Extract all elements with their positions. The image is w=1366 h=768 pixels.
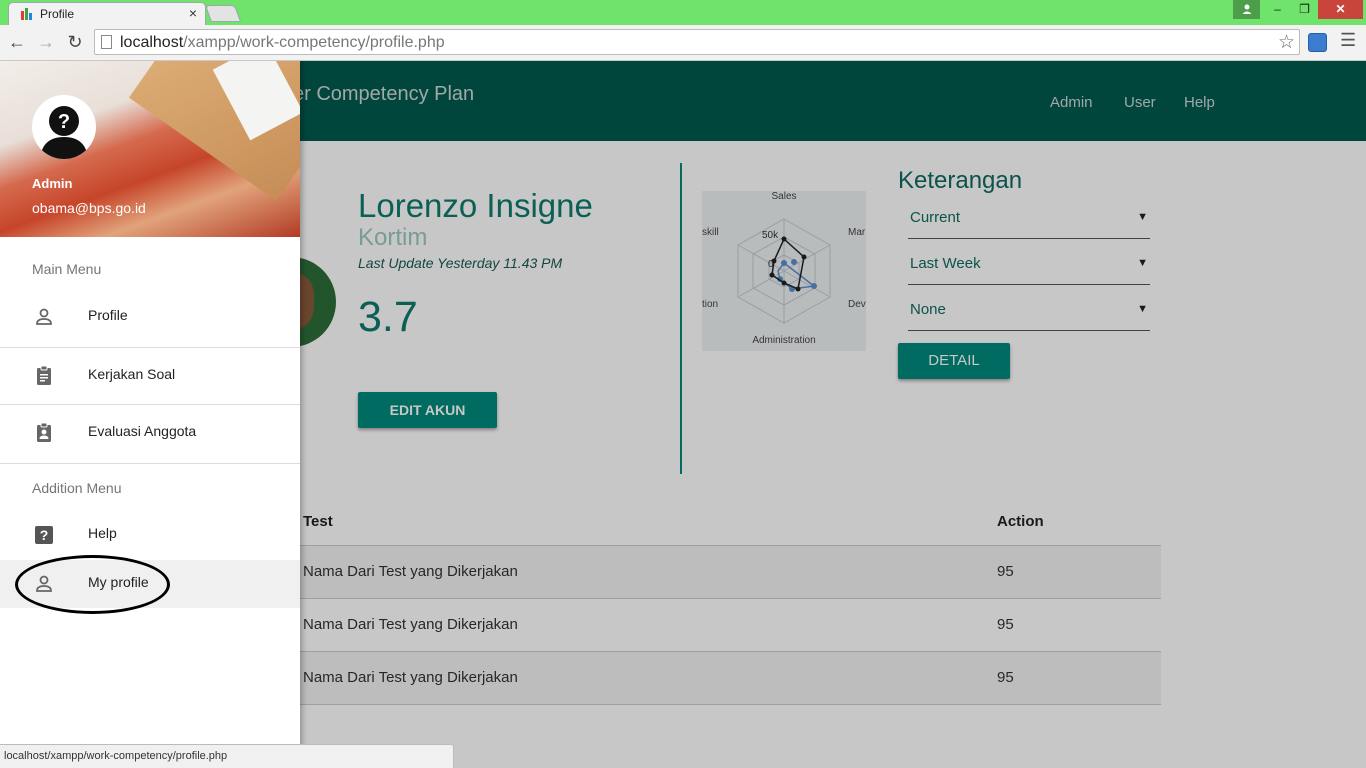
drawer-user-name: Admin (32, 176, 73, 191)
assignment-ind-icon (37, 422, 51, 442)
drawer-item-help[interactable]: ? Help (0, 507, 300, 563)
web-page: e Worker Competency Plan Admin User Help… (0, 61, 1366, 768)
browser-toolbar: ← → ↻ localhost/xampp/work-competency/pr… (0, 25, 1366, 61)
drawer-cover-image: ? Admin obama@bps.go.id (0, 61, 300, 237)
navigation-drawer: ? Admin obama@bps.go.id Main Menu Profil… (0, 61, 300, 768)
main-menu-subheader: Main Menu (32, 261, 102, 277)
bookmark-star-icon[interactable]: ☆ (1278, 31, 1295, 54)
status-url: localhost/xampp/work-competency/profile.… (4, 750, 228, 762)
hamburger-menu-icon[interactable]: ☰ (1340, 30, 1356, 51)
close-window-button[interactable]: ✕ (1318, 0, 1363, 19)
drawer-item-profile[interactable]: Profile (0, 289, 300, 345)
forward-arrow-icon[interactable]: → (35, 31, 57, 53)
svg-text:?: ? (40, 527, 49, 543)
annotation-ellipse (15, 555, 170, 614)
user-avatar[interactable]: ? (32, 95, 96, 159)
person-outline-icon (36, 308, 52, 325)
drawer-item-label: Kerjakan Soal (88, 366, 176, 382)
tab-close-icon[interactable]: × (189, 5, 197, 21)
url-host: localhost (120, 34, 184, 51)
reload-icon[interactable]: ↻ (64, 31, 86, 53)
user-profile-icon[interactable] (1233, 0, 1260, 19)
address-bar[interactable]: localhost/xampp/work-competency/profile.… (94, 29, 1300, 55)
addition-menu-subheader: Addition Menu (32, 480, 122, 496)
status-bar: localhost/xampp/work-competency/profile.… (0, 744, 454, 768)
drawer-divider (0, 463, 300, 464)
url-path: /xampp/work-competency/profile.php (183, 34, 445, 51)
drawer-item-label: Profile (88, 307, 128, 323)
extension-icon[interactable] (1308, 33, 1327, 52)
tab-title: Profile (40, 7, 75, 21)
drawer-item-evaluasi-anggota[interactable]: Evaluasi Anggota (0, 404, 300, 460)
drawer-item-kerjakan-soal[interactable]: Kerjakan Soal (0, 347, 300, 403)
drawer-user-email: obama@bps.go.id (32, 200, 146, 216)
maximize-button[interactable]: ❐ (1291, 0, 1318, 19)
minimize-button[interactable]: ‒ (1264, 0, 1291, 19)
help-icon: ? (35, 526, 53, 544)
url-text[interactable]: localhost/xampp/work-competency/profile.… (120, 34, 445, 52)
browser-tab[interactable]: Profile × (8, 2, 206, 25)
browser-titlebar: Profile × ‒ ❐ ✕ (0, 0, 1366, 25)
new-tab-button[interactable] (204, 5, 242, 22)
drawer-item-label: Help (88, 525, 117, 541)
drawer-item-label: Evaluasi Anggota (88, 423, 197, 439)
svg-text:?: ? (58, 111, 70, 133)
favicon-icon (21, 8, 32, 20)
clipboard-icon (37, 365, 51, 385)
page-icon (101, 35, 112, 49)
back-arrow-icon[interactable]: ← (6, 31, 28, 53)
